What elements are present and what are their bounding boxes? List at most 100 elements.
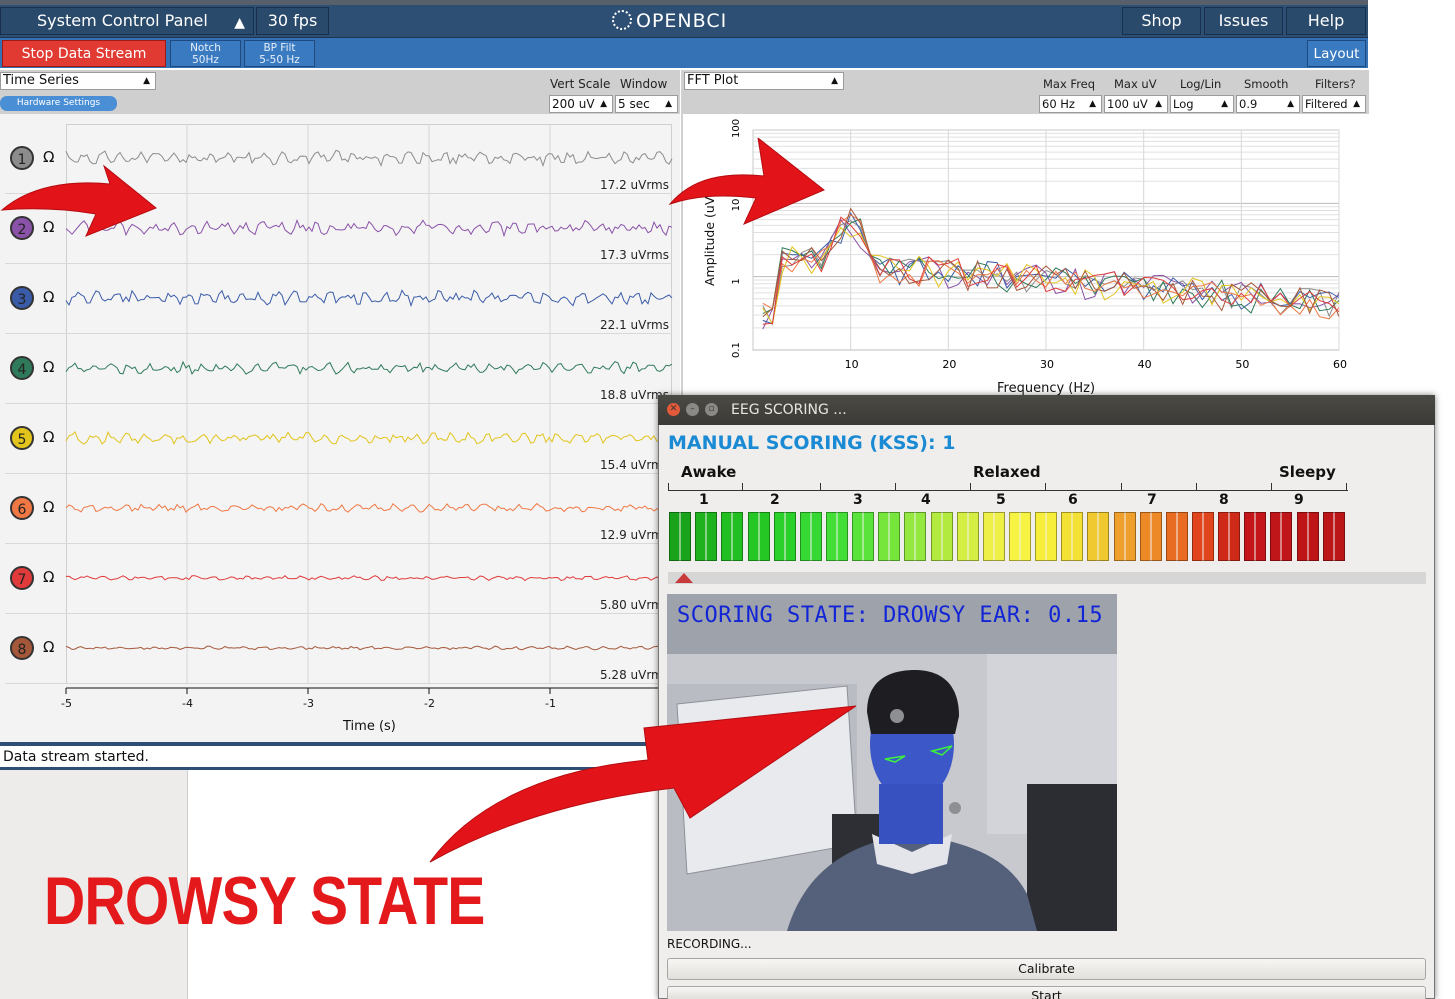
time-series-widget-select[interactable]: Time Series ▲: [0, 72, 156, 90]
kss-slider-track[interactable]: [668, 572, 1426, 584]
max-freq-value: 60 Hz: [1042, 97, 1075, 111]
logo-text: OPENBCI: [636, 10, 728, 32]
filters-select[interactable]: Filtered ▲: [1302, 95, 1366, 113]
kss-color-cell[interactable]: [1035, 512, 1058, 561]
kss-color-cell[interactable]: [1139, 512, 1162, 561]
notch-filter-button[interactable]: Notch 50Hz: [170, 40, 241, 67]
kss-color-cell[interactable]: [852, 512, 875, 561]
kss-color-cell[interactable]: [878, 512, 901, 561]
kss-slider-thumb[interactable]: [675, 573, 693, 583]
kss-color-cell[interactable]: [721, 512, 744, 561]
caret-up-icon: ▲: [1089, 99, 1096, 109]
kss-color-cell[interactable]: [956, 512, 979, 561]
smooth-label: Smooth: [1244, 77, 1289, 91]
issues-button[interactable]: Issues: [1204, 7, 1283, 35]
fft-widget-label: FFT Plot: [687, 73, 739, 88]
max-uv-value: 100 uV: [1107, 97, 1148, 111]
kss-color-cell[interactable]: [1244, 512, 1267, 561]
shop-button[interactable]: Shop: [1122, 7, 1201, 35]
smooth-select[interactable]: 0.9 ▲: [1236, 95, 1300, 113]
openbci-logo-icon: [612, 10, 632, 30]
max-freq-label: Max Freq: [1043, 77, 1096, 91]
kss-color-cell[interactable]: [747, 512, 770, 561]
red-arrow-annotation: [429, 705, 857, 863]
minimize-icon[interactable]: –: [686, 403, 699, 416]
loglin-select[interactable]: Log ▲: [1170, 95, 1234, 113]
kss-color-cell[interactable]: [1322, 512, 1345, 561]
channel-waveform: [65, 575, 673, 582]
max-uv-select[interactable]: 100 uV ▲: [1104, 95, 1168, 113]
kss-scale-number: 2: [770, 492, 780, 508]
system-control-panel-button[interactable]: System Control Panel ▲: [0, 7, 254, 35]
kss-score-title: MANUAL SCORING (KSS): 1: [668, 432, 956, 454]
stop-data-stream-button[interactable]: Stop Data Stream: [2, 40, 166, 67]
kss-color-cell[interactable]: [904, 512, 927, 561]
fft-widget-select[interactable]: FFT Plot ▲: [684, 72, 844, 90]
loglin-value: Log: [1173, 97, 1194, 111]
window-value: 5 sec: [618, 97, 650, 111]
loglin-label: Log/Lin: [1180, 77, 1222, 91]
filters-label: Filters?: [1315, 77, 1356, 91]
channel-waveform: [65, 289, 673, 308]
kss-color-cell[interactable]: [1192, 512, 1215, 561]
smooth-value: 0.9: [1239, 97, 1258, 111]
kss-color-cell[interactable]: [1061, 512, 1084, 561]
kss-color-cell[interactable]: [825, 512, 848, 561]
kss-tick: [1271, 483, 1272, 491]
vert-scale-select[interactable]: 200 uV ▲: [549, 95, 613, 113]
kss-color-cell[interactable]: [773, 512, 796, 561]
vert-scale-value: 200 uV: [552, 97, 595, 111]
kss-color-cell[interactable]: [982, 512, 1005, 561]
fps-button[interactable]: 30 fps: [256, 7, 329, 35]
max-freq-select[interactable]: 60 Hz ▲: [1039, 95, 1102, 113]
caret-up-icon: ▲: [143, 76, 150, 86]
drowsy-state-annotation: DROWSY STATE: [44, 863, 485, 939]
kss-tick: [820, 483, 821, 491]
channel-waveform: [65, 430, 673, 445]
kss-scale-number: 3: [853, 492, 863, 508]
eeg-window-titlebar[interactable]: ✕ – ▫ EEG SCORING ...: [658, 395, 1435, 425]
fft-xlabel: Frequency (Hz): [997, 381, 1096, 396]
kss-color-cell[interactable]: [1009, 512, 1032, 561]
calibrate-button[interactable]: Calibrate: [667, 958, 1426, 980]
fft-x-tick: 20: [942, 358, 956, 371]
maximize-icon[interactable]: ▫: [705, 403, 718, 416]
kss-color-cell[interactable]: [1087, 512, 1110, 561]
help-button[interactable]: Help: [1286, 7, 1366, 35]
bandpass-filter-button[interactable]: BP Filt 5-50 Hz: [244, 40, 315, 67]
kss-color-cell[interactable]: [1165, 512, 1188, 561]
red-arrow-annotation: [0, 164, 157, 237]
start-button[interactable]: Start: [667, 986, 1426, 999]
hardware-settings-button[interactable]: Hardware Settings: [0, 96, 117, 111]
kss-color-cell[interactable]: [695, 512, 718, 561]
layout-button[interactable]: Layout: [1307, 40, 1366, 67]
caret-up-icon: ▲: [600, 99, 607, 109]
kss-color-cell[interactable]: [669, 512, 692, 561]
fft-y-tick: 1: [731, 278, 742, 284]
channel-waveform: [65, 645, 673, 651]
channel-waveform: [65, 360, 673, 376]
system-control-panel-label: System Control Panel: [37, 11, 208, 30]
caret-up-icon: ▲: [665, 99, 672, 109]
kss-color-cell[interactable]: [1218, 512, 1241, 561]
fft-x-tick: 40: [1138, 358, 1152, 371]
kss-scale-number: 8: [1219, 492, 1229, 508]
kss-sleepy-label: Sleepy: [1279, 463, 1336, 481]
bp-label: BP Filt: [263, 42, 296, 54]
kss-color-cell[interactable]: [1113, 512, 1136, 561]
caret-up-icon: ▲: [1155, 99, 1162, 109]
red-arrow-annotation: [668, 138, 825, 225]
time-tick-label: -3: [303, 697, 314, 710]
kss-tick: [668, 483, 669, 491]
window-select[interactable]: 5 sec ▲: [615, 95, 678, 113]
fft-x-tick: 30: [1040, 358, 1054, 371]
kss-color-cell[interactable]: [799, 512, 822, 561]
kss-color-cell[interactable]: [930, 512, 953, 561]
time-tick-label: -4: [182, 697, 193, 710]
kss-scale-line: [668, 490, 1348, 491]
kss-color-cell[interactable]: [1270, 512, 1293, 561]
fft-y-tick: 0.1: [731, 342, 742, 358]
filters-value: Filtered: [1305, 97, 1348, 111]
close-icon[interactable]: ✕: [667, 403, 680, 416]
kss-color-cell[interactable]: [1296, 512, 1319, 561]
